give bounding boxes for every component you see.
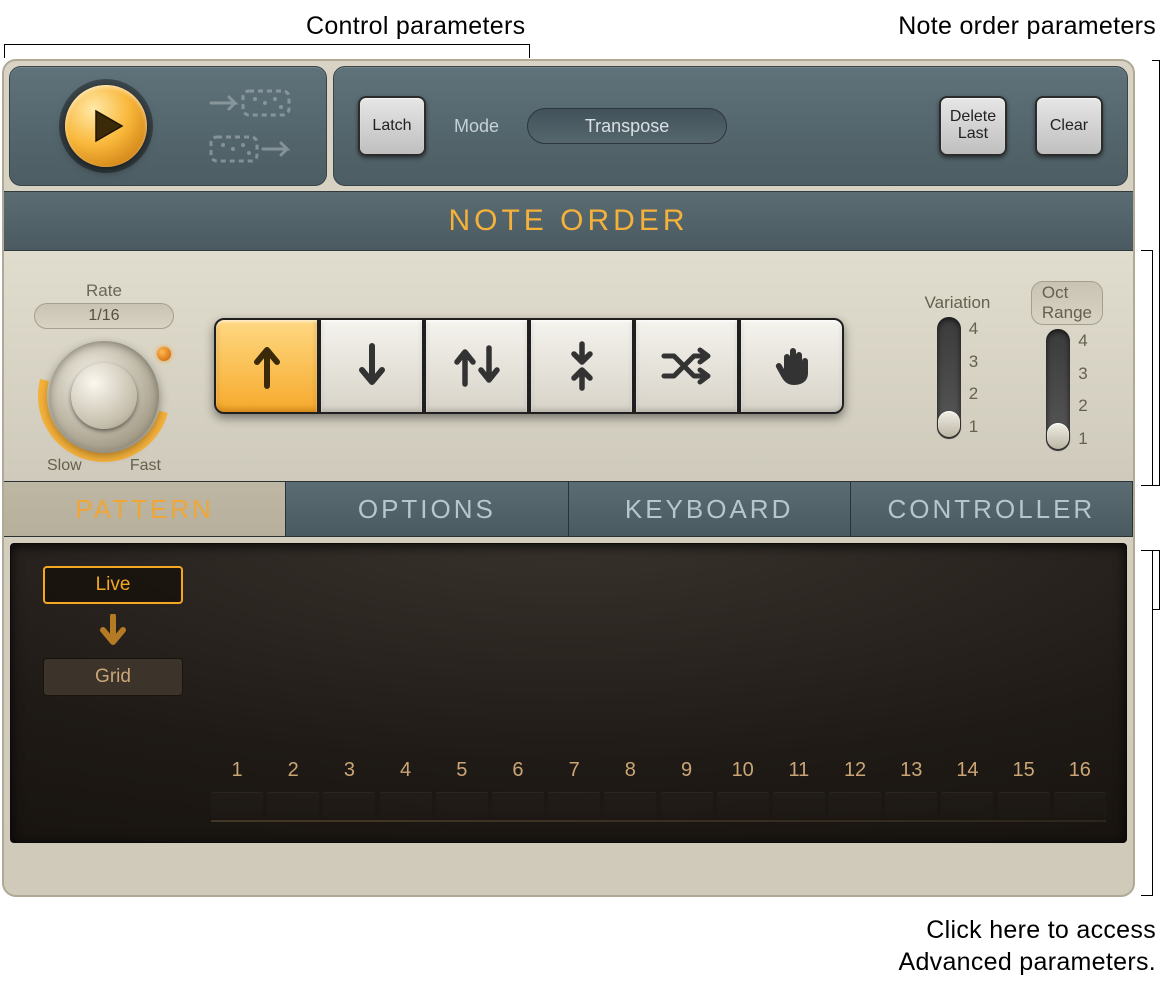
mode-selector[interactable]: Transpose [527,108,727,144]
pattern-area: Live Grid 1 2 3 4 5 6 7 8 9 10 11 12 13 … [10,543,1127,843]
direction-converge-button[interactable] [529,318,634,414]
tab-keyboard[interactable]: KEYBOARD [569,481,851,537]
delete-last-button[interactable]: Delete Last [939,96,1007,156]
rate-block: Rate 1/16 Slow Fast [34,281,174,451]
transport-panel [9,66,327,186]
rate-value[interactable]: 1/16 [34,303,174,329]
arrow-updown-icon [451,342,503,390]
step-num: 4 [380,759,432,782]
step-cell[interactable] [717,792,769,818]
latch-button[interactable]: Latch [358,96,426,156]
tab-options[interactable]: OPTIONS [286,481,568,537]
shuffle-icon [660,344,714,388]
tab-pattern[interactable]: PATTERN [4,481,286,537]
rate-knob-led [157,347,171,361]
direction-updown-button[interactable] [424,318,529,414]
oct-range-slider[interactable] [1046,329,1070,451]
capture-out-icon [207,131,297,167]
step-num: 1 [211,759,263,782]
live-to-grid-arrow-icon [99,614,127,648]
step-num: 6 [492,759,544,782]
callout-control-parameters: Control parameters [306,12,525,41]
bracket-control [4,44,530,58]
variation-slider-thumb[interactable] [938,411,960,437]
step-cell[interactable] [548,792,600,818]
step-num: 11 [773,759,825,782]
step-cell[interactable] [323,792,375,818]
step-cell[interactable] [885,792,937,818]
callout-note-order-parameters: Note order parameters [898,12,1156,41]
pattern-live-button[interactable]: Live [43,566,183,604]
tab-controller[interactable]: CONTROLLER [851,481,1133,537]
step-num: 15 [998,759,1050,782]
advanced-tabs: PATTERN OPTIONS KEYBOARD CONTROLLER [4,481,1133,537]
step-num: 9 [661,759,713,782]
step-cell[interactable] [998,792,1050,818]
play-icon [94,109,124,143]
mode-panel: Latch Mode Transpose Delete Last Clear [333,66,1128,186]
direction-random-button[interactable] [634,318,739,414]
control-parameters-strip: Latch Mode Transpose Delete Last Clear [4,61,1133,186]
step-num: 16 [1054,759,1106,782]
step-num: 7 [548,759,600,782]
step-cell[interactable] [773,792,825,818]
note-order-body: Rate 1/16 Slow Fast [4,251,1133,481]
step-num: 14 [941,759,993,782]
arrow-up-icon [250,342,284,390]
arpeggiator-plugin: Latch Mode Transpose Delete Last Clear N… [2,59,1135,897]
rate-max-label: Fast [130,457,161,475]
step-num: 12 [829,759,881,782]
rate-knob[interactable] [49,341,159,451]
direction-asplayed-button[interactable] [739,318,844,414]
step-num: 3 [323,759,375,782]
step-cell[interactable] [661,792,713,818]
note-order-title: NOTE ORDER [4,191,1133,251]
callout-advanced-1: Click here to access [926,916,1156,945]
note-order-section: NOTE ORDER Rate 1/16 Slow Fast [4,191,1133,481]
step-cell[interactable] [941,792,993,818]
bracket-note-order-right2 [1152,60,1160,486]
hand-icon [772,343,812,389]
step-cells [211,792,1106,818]
direction-down-button[interactable] [319,318,424,414]
step-baseline [211,820,1106,822]
step-numbers: 1 2 3 4 5 6 7 8 9 10 11 12 13 14 15 16 [211,759,1106,782]
step-num: 13 [885,759,937,782]
pattern-grid-button[interactable]: Grid [43,658,183,696]
clear-button[interactable]: Clear [1035,96,1103,156]
step-cell[interactable] [380,792,432,818]
arrow-converge-icon [562,340,602,392]
step-cell[interactable] [829,792,881,818]
step-cell[interactable] [492,792,544,818]
direction-up-button[interactable] [214,318,319,414]
mode-label: Mode [454,116,499,137]
step-cell[interactable] [1054,792,1106,818]
step-cell[interactable] [267,792,319,818]
step-cell[interactable] [436,792,488,818]
bracket-advanced2 [1152,550,1160,610]
arrow-down-icon [355,342,389,390]
oct-range-ticks: 4 3 2 1 [1078,329,1087,451]
live-grid-toggle: Live Grid [43,566,183,696]
step-num: 8 [604,759,656,782]
step-cell[interactable] [211,792,263,818]
step-cell[interactable] [604,792,656,818]
oct-range-block: Oct Range 4 3 2 1 [1031,281,1103,451]
rate-label: Rate [86,281,122,301]
rate-min-label: Slow [47,457,82,475]
capture-in-icon [207,85,297,121]
step-num: 5 [436,759,488,782]
play-button[interactable] [65,85,147,167]
callout-advanced-2: Advanced parameters. [898,948,1156,977]
direction-buttons [214,318,844,414]
variation-slider[interactable] [937,317,961,439]
oct-range-label[interactable]: Oct Range [1031,281,1103,325]
variation-block: Variation 4 3 2 1 [924,293,991,439]
step-num: 10 [717,759,769,782]
variation-ticks: 4 3 2 1 [969,317,978,439]
routing-icons [207,85,297,167]
oct-range-slider-thumb[interactable] [1047,423,1069,449]
variation-label: Variation [925,293,991,313]
step-num: 2 [267,759,319,782]
